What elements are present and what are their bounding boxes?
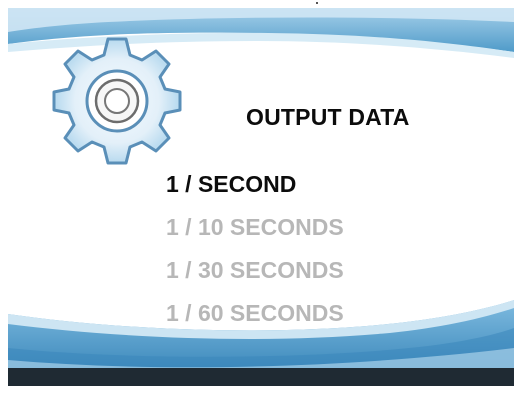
menu-item-1-per-30-seconds[interactable]: 1 / 30 SECONDS	[166, 252, 344, 295]
device-screen: OUTPUT DATA 1 / SECOND 1 / 10 SECONDS 1 …	[8, 8, 514, 386]
stray-pixel	[316, 2, 318, 4]
output-rate-menu: 1 / SECOND 1 / 10 SECONDS 1 / 30 SECONDS…	[166, 166, 344, 338]
gear-icon	[52, 37, 182, 165]
menu-item-1-per-second[interactable]: 1 / SECOND	[166, 166, 344, 209]
menu-item-1-per-10-seconds[interactable]: 1 / 10 SECONDS	[166, 209, 344, 252]
menu-item-1-per-60-seconds[interactable]: 1 / 60 SECONDS	[166, 295, 344, 338]
page-title: OUTPUT DATA	[246, 104, 410, 130]
